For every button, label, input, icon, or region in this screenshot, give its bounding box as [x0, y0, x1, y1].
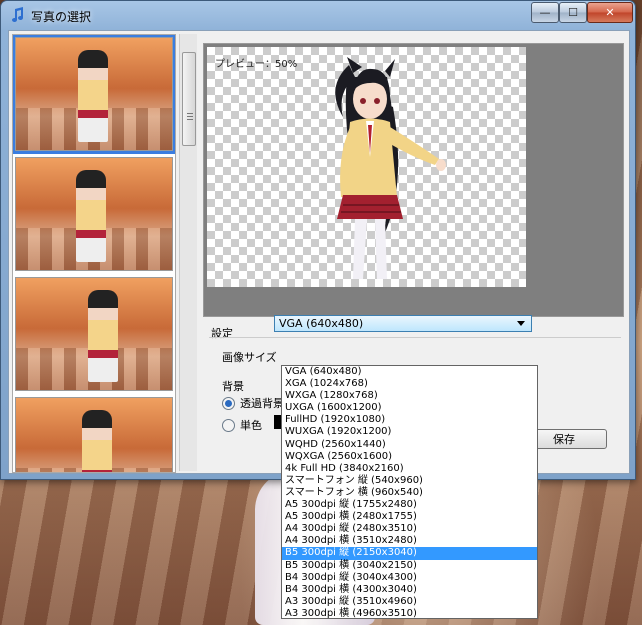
solid-color-option[interactable]: 単色: [222, 417, 262, 433]
image-size-selected-value: VGA (640x480): [279, 317, 364, 330]
dropdown-option[interactable]: A4 300dpi 横 (3510x2480): [282, 535, 537, 547]
dropdown-option[interactable]: スマートフォン 横 (960x540): [282, 487, 537, 499]
dropdown-option[interactable]: WQHD (2560x1440): [282, 439, 537, 451]
dropdown-option[interactable]: B4 300dpi 縦 (3040x4300): [282, 572, 537, 584]
minimize-button[interactable]: —: [531, 2, 559, 23]
image-size-label: 画像サイズ: [222, 351, 277, 364]
close-button[interactable]: ✕: [587, 2, 633, 23]
thumbnail-item[interactable]: [15, 277, 173, 391]
thumbnail-list[interactable]: [12, 34, 176, 473]
grip-icon: [187, 113, 193, 121]
maximize-icon: ☐: [568, 6, 578, 19]
preview-panel: プレビュー：50%: [203, 43, 624, 317]
dropdown-option[interactable]: XGA (1024x768): [282, 378, 537, 390]
dropdown-option[interactable]: A3 300dpi 横 (4960x3510): [282, 608, 537, 618]
dropdown-option[interactable]: 4k Full HD (3840x2160): [282, 463, 537, 475]
image-size-dropdown-list[interactable]: VGA (640x480) XGA (1024x768) WXGA (1280x76…: [281, 365, 538, 619]
dropdown-option[interactable]: A5 300dpi 縦 (1755x2480): [282, 499, 537, 511]
thumbnail-item[interactable]: [15, 397, 173, 472]
chevron-down-icon[interactable]: [517, 321, 525, 326]
minimize-icon: —: [539, 6, 551, 19]
image-size-select[interactable]: VGA (640x480): [274, 315, 532, 332]
radio-unselected-icon[interactable]: [222, 418, 235, 432]
background-label: 背景: [222, 380, 244, 393]
close-icon: ✕: [605, 6, 615, 19]
dropdown-option[interactable]: A5 300dpi 横 (2480x1755): [282, 511, 537, 523]
solid-color-label: 単色: [240, 419, 262, 432]
dropdown-option[interactable]: VGA (640x480): [282, 366, 537, 378]
music-note-icon: [12, 7, 23, 22]
dropdown-option[interactable]: B5 300dpi 横 (3040x2150): [282, 560, 537, 572]
thumbnail-character: [78, 50, 108, 142]
dropdown-option[interactable]: B4 300dpi 横 (4300x3040): [282, 584, 537, 596]
thumbnail-character: [88, 290, 118, 382]
dropdown-option[interactable]: スマートフォン 縦 (540x960): [282, 475, 537, 487]
thumbnail-scrollbar[interactable]: [179, 34, 197, 471]
window-title: 写真の選択: [31, 10, 92, 24]
preview-canvas: プレビュー：50%: [207, 47, 526, 287]
thumbnail-item[interactable]: [13, 35, 175, 154]
dropdown-option[interactable]: FullHD (1920x1080): [282, 414, 537, 426]
thumbnail-item[interactable]: [15, 157, 173, 271]
dropdown-option[interactable]: A3 300dpi 縦 (3510x4960): [282, 596, 537, 608]
maximize-button[interactable]: ☐: [559, 2, 587, 23]
dropdown-option[interactable]: WUXGA (1920x1200): [282, 426, 537, 438]
dropdown-option[interactable]: WXGA (1280x768): [282, 390, 537, 402]
title-bar[interactable]: 写真の選択 — ☐ ✕: [1, 1, 635, 29]
dropdown-option[interactable]: WQXGA (2560x1600): [282, 451, 537, 463]
thumbnail-character: [82, 410, 112, 472]
dropdown-option[interactable]: B5 300dpi 縦 (2150x3040): [282, 547, 537, 560]
save-button-label: 保存: [553, 433, 575, 446]
preview-character-image: [335, 57, 446, 279]
radio-selected-icon[interactable]: [222, 396, 235, 410]
dropdown-option[interactable]: UXGA (1600x1200): [282, 402, 537, 414]
transparent-background-label: 透過背景: [240, 397, 284, 410]
thumbnail-character: [76, 170, 106, 262]
transparent-background-option[interactable]: 透過背景: [222, 395, 284, 411]
dropdown-option[interactable]: A4 300dpi 縦 (2480x3510): [282, 523, 537, 535]
scrollbar-thumb[interactable]: [182, 52, 196, 146]
